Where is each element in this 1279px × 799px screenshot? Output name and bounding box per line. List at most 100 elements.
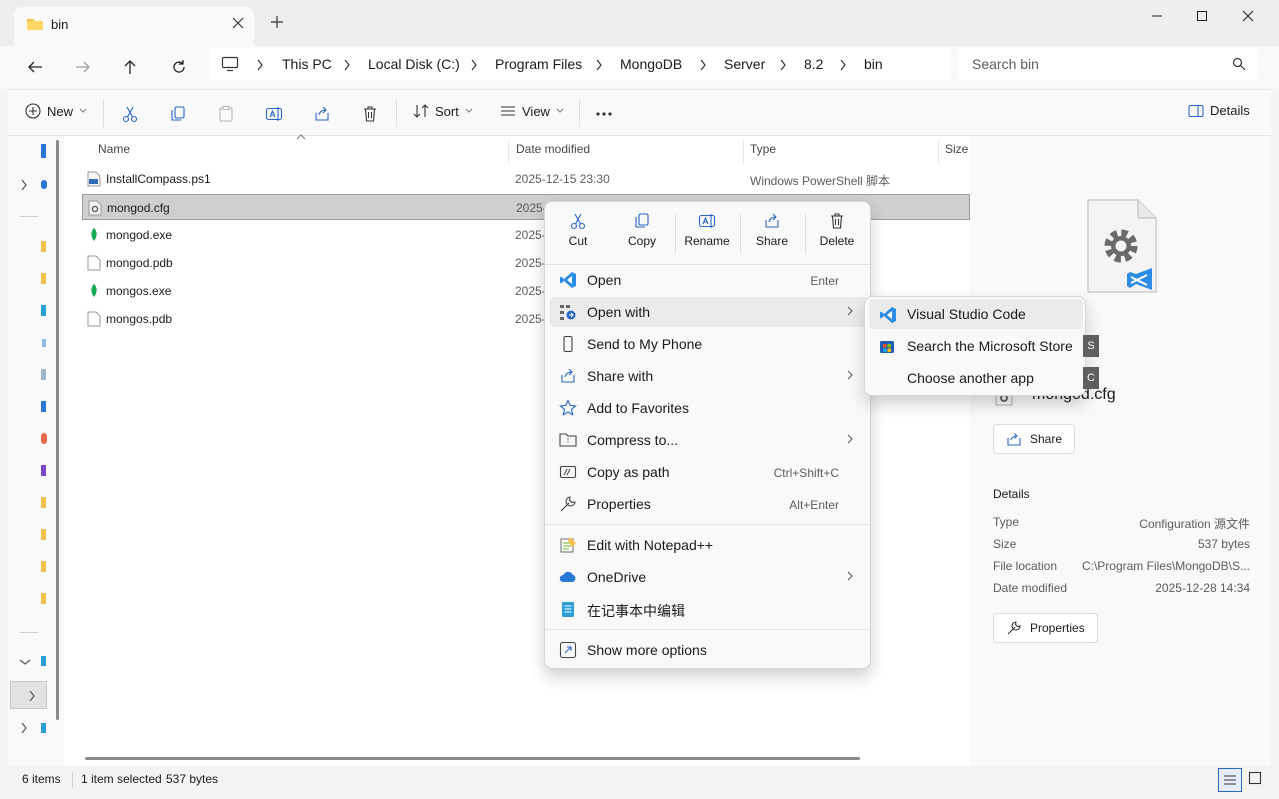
prop-label-size: Size [993, 537, 1017, 551]
breadcrumb-mongodb[interactable]: MongoDB [620, 56, 682, 72]
column-header-name[interactable]: Name [98, 142, 130, 156]
quick-action-rename[interactable]: Rename [677, 212, 737, 258]
horizontal-scrollbar[interactable] [85, 757, 860, 760]
breadcrumb-this-pc[interactable]: This PC [282, 56, 332, 72]
copy-icon[interactable] [169, 105, 187, 123]
videos-icon[interactable] [41, 465, 46, 476]
maximize-icon[interactable] [1190, 8, 1214, 24]
submenu-item-vscode[interactable]: Visual Studio Code [869, 299, 1083, 329]
chevron-right-icon[interactable] [20, 722, 28, 734]
view-button[interactable]: View [500, 103, 564, 119]
onedrive-icon[interactable] [41, 180, 47, 189]
this-pc-icon[interactable] [41, 656, 46, 666]
thumbnail-view-icon[interactable] [1248, 771, 1262, 785]
sort-button[interactable]: Sort [413, 103, 473, 119]
selection-status: 1 item selected [81, 772, 162, 786]
quick-action-cut[interactable]: Cut [548, 212, 608, 258]
pictures-icon[interactable] [41, 401, 46, 412]
menu-label: Properties [587, 496, 651, 512]
address-bar[interactable]: This PC Local Disk (C:) Program Files Mo… [210, 48, 950, 80]
menu-item-send-to-phone[interactable]: Send to My Phone [550, 329, 867, 359]
menu-item-add-favorites[interactable]: Add to Favorites [550, 393, 867, 423]
desktop-icon[interactable] [41, 305, 46, 316]
menu-item-notepad-plus[interactable]: Edit with Notepad++ [550, 530, 867, 560]
folder-icon[interactable] [41, 529, 46, 540]
chevron-right-icon[interactable] [470, 59, 478, 71]
rename-icon[interactable] [265, 105, 283, 123]
rename-icon [677, 212, 737, 230]
breadcrumb-program-files[interactable]: Program Files [495, 56, 582, 72]
menu-item-share-with[interactable]: Share with [550, 361, 867, 391]
share-icon[interactable] [313, 105, 331, 123]
minimize-icon[interactable] [1145, 8, 1169, 24]
menu-item-open[interactable]: Open Enter [550, 265, 867, 295]
menu-item-copy-as-path[interactable]: Copy as path Ctrl+Shift+C [550, 457, 867, 487]
chevron-down-icon[interactable] [19, 658, 31, 666]
chevron-right-icon[interactable] [699, 59, 707, 71]
refresh-icon[interactable] [167, 55, 191, 79]
access-key-tooltip: S [1083, 335, 1099, 357]
folder-icon[interactable] [41, 497, 46, 508]
menu-item-properties[interactable]: Properties Alt+Enter [550, 489, 867, 519]
paste-icon[interactable] [217, 105, 235, 123]
chevron-right-icon[interactable] [595, 59, 603, 71]
chevron-down-icon [556, 108, 564, 114]
breadcrumb-server[interactable]: Server [724, 56, 765, 72]
plus-icon[interactable] [270, 15, 284, 29]
more-options-icon[interactable] [594, 105, 614, 123]
file-name: mongod.pdb [106, 256, 173, 270]
forward-arrow-icon[interactable] [71, 55, 95, 79]
folder-icon[interactable] [41, 593, 46, 604]
folder-icon[interactable] [41, 241, 46, 252]
menu-item-compress[interactable]: Compress to... [550, 425, 867, 455]
file-row[interactable]: InstallCompass.ps1 2025-12-15 23:30 Wind… [82, 166, 970, 192]
close-window-icon[interactable] [1236, 8, 1260, 24]
breadcrumb-version[interactable]: 8.2 [804, 56, 823, 72]
status-bar: 6 items 1 item selected 537 bytes [0, 766, 1279, 799]
menu-shortcut: Ctrl+Shift+C [773, 466, 839, 480]
menu-item-onedrive[interactable]: OneDrive [550, 562, 867, 592]
column-header-size[interactable]: Size [945, 142, 968, 156]
nav-scrollbar[interactable] [56, 140, 59, 720]
menu-item-open-with[interactable]: Open with [550, 297, 867, 327]
column-header-date[interactable]: Date modified [516, 142, 590, 156]
folder-icon[interactable] [41, 273, 46, 284]
details-view-toggle[interactable] [1218, 768, 1242, 792]
folder-icon [26, 16, 44, 32]
quick-access-icon[interactable] [41, 144, 46, 158]
breadcrumb-bin[interactable]: bin [864, 56, 883, 72]
chevron-right-icon[interactable] [839, 59, 847, 71]
nav-selected-item[interactable] [10, 681, 47, 709]
submenu-item-choose-app[interactable]: Choose another app [869, 363, 1083, 393]
cut-icon[interactable] [121, 105, 139, 123]
menu-item-show-more[interactable]: Show more options [550, 635, 867, 665]
music-icon[interactable] [41, 433, 47, 444]
chevron-right-icon[interactable] [343, 59, 351, 71]
downloads-icon[interactable] [42, 339, 46, 347]
submenu-item-store[interactable]: Search the Microsoft Store [869, 331, 1083, 361]
quick-action-share[interactable]: Share [742, 212, 802, 258]
up-arrow-icon[interactable] [118, 55, 142, 79]
tab-bin[interactable]: bin [14, 7, 254, 46]
quick-action-copy[interactable]: Copy [612, 212, 672, 258]
close-icon[interactable] [232, 17, 244, 29]
details-button[interactable]: Details [1188, 103, 1250, 118]
column-header-type[interactable]: Type [750, 142, 776, 156]
new-button[interactable]: New [25, 103, 87, 119]
breadcrumb-local-disk[interactable]: Local Disk (C:) [368, 56, 460, 72]
search-input[interactable]: Search bin [958, 48, 1258, 80]
documents-icon[interactable] [41, 369, 46, 380]
share-button[interactable]: Share [993, 424, 1076, 454]
folder-icon[interactable] [41, 561, 46, 572]
menu-item-edit-in-notepad[interactable]: 在记事本中编辑 [550, 594, 867, 624]
properties-button[interactable]: Properties [993, 613, 1098, 643]
back-arrow-icon[interactable] [23, 55, 47, 79]
delete-icon[interactable] [361, 105, 379, 123]
chevron-right-icon[interactable] [256, 59, 264, 71]
network-icon[interactable] [41, 723, 46, 733]
quick-action-delete[interactable]: Delete [807, 212, 867, 258]
chevron-right-icon[interactable] [779, 59, 787, 71]
file-name: mongod.exe [106, 228, 173, 242]
mongodb-leaf-icon [87, 227, 101, 243]
chevron-right-icon[interactable] [20, 179, 28, 191]
